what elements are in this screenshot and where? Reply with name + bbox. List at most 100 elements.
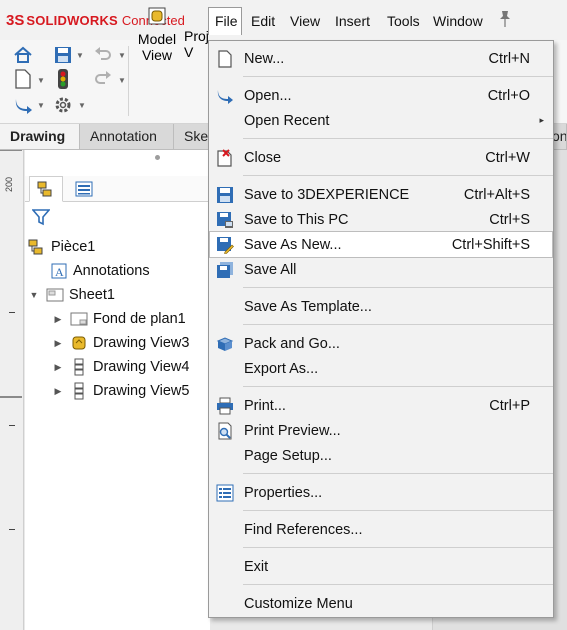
menu-item-page-setup[interactable]: Page Setup... <box>210 443 552 468</box>
feature-tree-tab[interactable] <box>29 176 63 202</box>
expand-caret-icon[interactable]: ▶ <box>52 386 64 397</box>
tree-item-label: Drawing View3 <box>93 335 190 351</box>
tree-item-label: Drawing View5 <box>93 383 190 399</box>
pack-and-go-icon <box>215 334 235 354</box>
new-document-icon[interactable] <box>12 68 34 90</box>
menu-item-save-3dexperience[interactable]: Save to 3DEXPERIENCE Ctrl+Alt+S <box>210 182 552 207</box>
close-document-icon <box>215 148 235 168</box>
menu-edit[interactable]: Edit <box>244 7 282 35</box>
chevron-down-icon[interactable]: ▼ <box>37 76 45 85</box>
tree-item-drawing-view5[interactable]: ▶ Drawing View5 <box>52 379 189 403</box>
pin-icon[interactable] <box>498 10 514 30</box>
printer-icon <box>215 396 235 416</box>
save-icon[interactable] <box>52 44 74 66</box>
menu-window[interactable]: Window <box>426 7 490 35</box>
sheet-icon <box>46 286 64 304</box>
model-view-label-1: Model <box>137 31 177 47</box>
tab-annotation[interactable]: Annotation <box>80 124 174 149</box>
chevron-down-icon[interactable]: ▼ <box>76 51 84 60</box>
menu-file[interactable]: File <box>208 7 242 35</box>
vertical-ruler <box>0 150 24 630</box>
collapse-caret-icon[interactable]: ▼ <box>28 290 40 300</box>
ruler-tick <box>9 529 15 530</box>
menu-item-save-this-pc[interactable]: Save to This PC Ctrl+S <box>210 207 552 232</box>
ruler-tick <box>9 312 15 313</box>
rebuild-traffic-light-icon[interactable] <box>52 68 74 90</box>
menu-item-properties[interactable]: Properties... <box>210 480 552 505</box>
model-view-icon <box>132 6 182 29</box>
ruler-marker <box>0 396 22 398</box>
menu-separator <box>243 584 553 585</box>
new-document-icon <box>215 49 235 69</box>
ruler-border <box>0 150 22 151</box>
home-icon[interactable] <box>12 44 34 66</box>
chevron-down-icon[interactable]: ▼ <box>118 76 126 85</box>
expand-caret-icon[interactable]: ▶ <box>52 362 64 373</box>
expand-caret-icon[interactable]: ▶ <box>52 338 64 349</box>
undo-icon[interactable] <box>92 44 114 66</box>
menu-separator <box>243 76 553 77</box>
tree-item-label: Drawing View4 <box>93 359 190 375</box>
logo-brand: SOLIDWORKS <box>26 12 118 28</box>
open-arrow-icon[interactable] <box>12 94 34 116</box>
save-all-icon <box>215 260 235 280</box>
property-manager-tab[interactable] <box>67 176 101 202</box>
projected-view-label-1: Proj <box>184 28 208 44</box>
menu-tools[interactable]: Tools <box>380 7 427 35</box>
tree-item-label: Sheet1 <box>69 287 115 303</box>
tree-root[interactable]: Pièce1 <box>28 235 95 259</box>
menu-item-save-as-new[interactable]: Save As New... Ctrl+Shift+S <box>209 231 553 258</box>
menu-item-open-recent[interactable]: Open Recent ▸ <box>210 108 552 133</box>
ruler-label: 200 <box>4 176 14 192</box>
redo-icon[interactable] <box>92 68 114 90</box>
menu-item-find-references[interactable]: Find References... <box>210 517 552 542</box>
filter-icon[interactable] <box>31 208 51 229</box>
chevron-down-icon[interactable]: ▼ <box>37 101 45 110</box>
projected-view-icon <box>70 358 88 376</box>
projected-view-icon <box>70 382 88 400</box>
tree-item-drawing-view3[interactable]: ▶ Drawing View3 <box>52 331 190 355</box>
model-view-label-2: View <box>141 47 173 63</box>
tree-item-annotations[interactable]: A Annotations <box>32 259 150 283</box>
menu-item-pack-and-go[interactable]: Pack and Go... <box>210 331 552 356</box>
menu-separator <box>243 510 553 511</box>
tree-item-drawing-view4[interactable]: ▶ Drawing View4 <box>52 355 189 379</box>
chevron-down-icon[interactable]: ▼ <box>118 51 126 60</box>
save-3dexperience-icon <box>215 185 235 205</box>
tab-drawing[interactable]: Drawing <box>0 124 80 149</box>
menu-item-print[interactable]: Print... Ctrl+P <box>210 393 552 418</box>
chevron-down-icon[interactable]: ▼ <box>78 101 86 110</box>
gear-icon[interactable] <box>52 94 74 116</box>
menu-item-print-preview[interactable]: Print Preview... <box>210 418 552 443</box>
menu-insert[interactable]: Insert <box>328 7 377 35</box>
toolbar-divider <box>128 46 129 116</box>
tab-sketch[interactable]: Sketch <box>174 124 210 149</box>
sheet-format-icon <box>70 310 88 328</box>
print-preview-icon <box>215 421 235 441</box>
projected-view-button[interactable]: Proj V <box>184 4 208 80</box>
menu-separator <box>243 473 553 474</box>
logo-mark: 3S <box>6 11 25 29</box>
menu-item-save-all[interactable]: Save All <box>210 257 552 282</box>
tree-item-sheet-format[interactable]: ▶ Fond de plan1 <box>52 307 186 331</box>
expand-caret-icon[interactable]: ▶ <box>52 314 64 325</box>
menu-item-customize-menu[interactable]: Customize Menu <box>210 591 552 616</box>
menu-separator <box>243 175 553 176</box>
menu-separator <box>243 138 553 139</box>
menu-item-export-as[interactable]: Export As... <box>210 356 552 381</box>
panel-grip-dot[interactable] <box>155 155 160 160</box>
menu-item-exit[interactable]: Exit <box>210 554 552 579</box>
ruler-tick <box>9 425 15 426</box>
save-as-new-icon <box>215 235 235 255</box>
menu-item-open[interactable]: Open... Ctrl+O <box>210 83 552 108</box>
model-view-button[interactable]: Model View <box>132 4 182 80</box>
menu-item-close[interactable]: Close Ctrl+W <box>210 145 552 170</box>
open-arrow-icon <box>215 86 235 106</box>
part-drawing-icon <box>28 238 46 256</box>
menu-item-save-as-template[interactable]: Save As Template... <box>210 294 552 319</box>
tree-item-label: Fond de plan1 <box>93 311 186 327</box>
save-pc-icon <box>215 210 235 230</box>
menu-view[interactable]: View <box>283 7 327 35</box>
menu-item-new[interactable]: New... Ctrl+N <box>210 46 552 71</box>
tree-item-sheet1[interactable]: ▼ Sheet1 <box>28 283 115 307</box>
